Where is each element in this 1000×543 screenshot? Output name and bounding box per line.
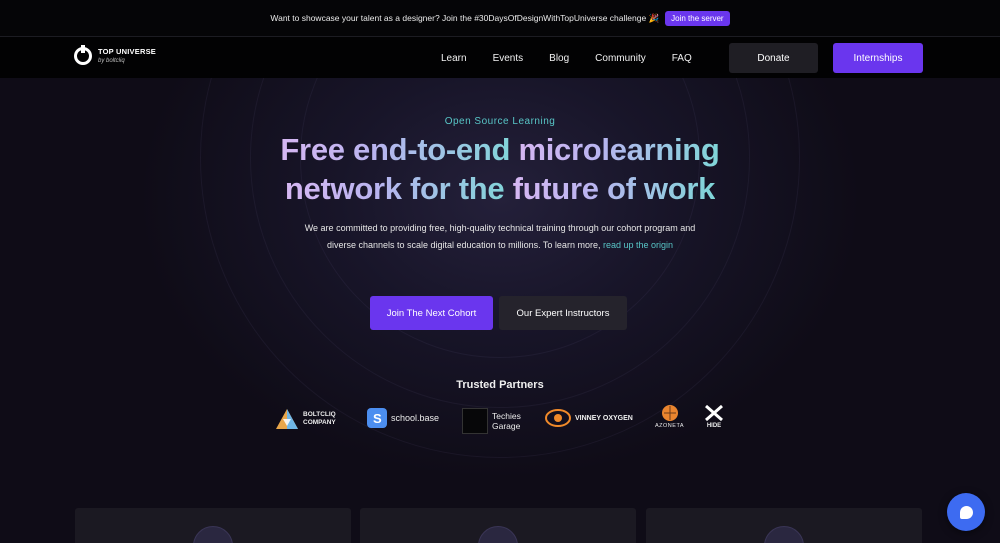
nav-learn[interactable]: Learn bbox=[441, 53, 467, 64]
chat-bubble-icon bbox=[959, 505, 973, 519]
headline-part: network for the bbox=[284, 171, 513, 206]
feature-card-icon bbox=[478, 526, 518, 543]
headline-part: future of work bbox=[512, 171, 716, 206]
announcement-text: Want to showcase your talent as a design… bbox=[270, 12, 660, 23]
top-navbar: TOP UNIVERSE by boltcliq Learn Events Bl… bbox=[0, 36, 1000, 78]
join-server-button[interactable]: Join the server bbox=[665, 10, 730, 26]
hero-section: Open Source Learning Free end-to-end mic… bbox=[0, 78, 1000, 543]
nav-blog[interactable]: Blog bbox=[549, 53, 569, 64]
feature-card[interactable] bbox=[75, 508, 351, 543]
nav-community[interactable]: Community bbox=[595, 53, 646, 64]
partner-name: AZONETA bbox=[655, 423, 685, 429]
hero-headline-line2: network for the future of work bbox=[0, 171, 1000, 207]
brand-logo[interactable]: TOP UNIVERSE by boltcliq bbox=[74, 45, 156, 65]
partner-techies-garage: Techies Garage bbox=[462, 408, 526, 434]
partner-name: Techies Garage bbox=[492, 411, 521, 431]
partner-name: school.base bbox=[391, 413, 440, 423]
feature-card[interactable] bbox=[360, 508, 636, 543]
vinney-oxygen-icon bbox=[545, 409, 571, 427]
partner-azoneta: AZONETA bbox=[655, 404, 684, 429]
headline-part: microlearning bbox=[518, 132, 720, 167]
feature-card[interactable] bbox=[646, 508, 922, 543]
hide-icon bbox=[705, 404, 723, 422]
partner-hide: HIDE bbox=[703, 404, 725, 429]
partner-name: BOLTCLIQ COMPANY bbox=[303, 411, 336, 426]
chat-widget-button[interactable] bbox=[947, 493, 985, 531]
brand-name: TOP UNIVERSE bbox=[98, 47, 156, 57]
hero-eyebrow: Open Source Learning bbox=[444, 116, 556, 127]
partner-boltcliq: BOLTCLIQ COMPANY bbox=[275, 408, 343, 430]
hero-headline-line1: Free end-to-end microlearning bbox=[0, 132, 1000, 168]
brand-sub: by boltcliq bbox=[98, 57, 125, 64]
svg-text:S: S bbox=[373, 411, 382, 426]
hero-description: We are committed to providing free, high… bbox=[290, 220, 710, 254]
partner-schoolbase: S school.base bbox=[367, 408, 439, 428]
partner-name: VINNEY OXYGEN bbox=[575, 414, 633, 422]
azoneta-icon bbox=[661, 405, 678, 421]
power-icon bbox=[74, 45, 92, 65]
partner-vinney-oxygen: VINNEY OXYGEN bbox=[545, 408, 633, 428]
partner-name: HIDE bbox=[706, 423, 722, 429]
techies-garage-icon bbox=[462, 408, 488, 434]
expert-instructors-button[interactable]: Our Expert Instructors bbox=[499, 296, 627, 330]
join-cohort-button[interactable]: Join The Next Cohort bbox=[370, 296, 493, 330]
nav-links: Learn Events Blog Community FAQ bbox=[441, 37, 692, 79]
partners-title: Trusted Partners bbox=[456, 379, 544, 391]
schoolbase-icon: S bbox=[367, 408, 387, 428]
feature-card-icon bbox=[764, 526, 804, 543]
feature-card-icon bbox=[193, 526, 233, 543]
boltcliq-icon bbox=[276, 409, 298, 429]
read-origin-link[interactable]: read up the origin bbox=[603, 240, 673, 250]
partners-row: BOLTCLIQ COMPANY S school.base Techies G… bbox=[0, 404, 1000, 438]
nav-faq[interactable]: FAQ bbox=[672, 53, 692, 64]
announcement-bar: Want to showcase your talent as a design… bbox=[0, 0, 1000, 36]
donate-button[interactable]: Donate bbox=[729, 43, 818, 73]
nav-events[interactable]: Events bbox=[493, 53, 524, 64]
internships-button[interactable]: Internships bbox=[833, 43, 923, 73]
headline-part: Free end-to-end bbox=[280, 132, 519, 167]
